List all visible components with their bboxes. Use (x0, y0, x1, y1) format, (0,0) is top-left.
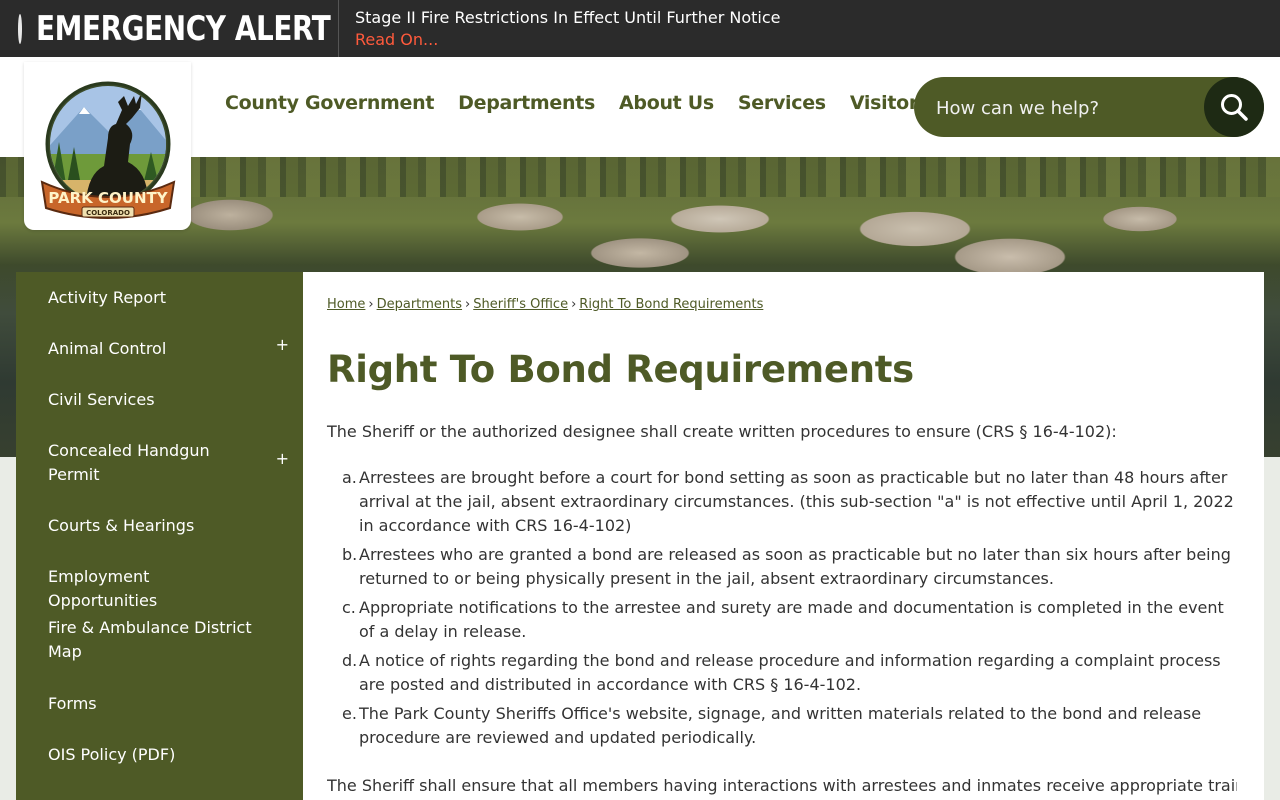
list-item-text: The Park County Sheriffs Office's websit… (359, 704, 1202, 747)
sidebar-item-label: OIS Policy (PDF) (48, 745, 176, 764)
park-county-logo[interactable]: PARK COUNTY COLORADO (24, 62, 191, 230)
sidebar-item-label: Civil Services (48, 390, 155, 409)
hero-treeline (0, 157, 1280, 197)
alert-heading: EMERGENCY ALERT (0, 0, 339, 57)
alert-light-icon (18, 13, 22, 44)
search-input[interactable] (934, 91, 1198, 125)
list-item: d. A notice of rights regarding the bond… (342, 649, 1237, 697)
breadcrumb-separator: › (465, 297, 471, 312)
list-marker: d. (342, 651, 358, 670)
intro-paragraph: The Sheriff or the authorized designee s… (327, 422, 1117, 441)
sidebar-item-label: Employment Opportunities (48, 567, 158, 610)
sidebar-item-label: Concealed Handgun Permit (48, 441, 210, 484)
breadcrumb-departments[interactable]: Departments (377, 297, 462, 312)
sidebar-item-label: Activity Report (48, 288, 166, 307)
nav-county-government[interactable]: County Government (225, 92, 434, 114)
list-item: c. Appropriate notifications to the arre… (342, 596, 1237, 644)
search-button[interactable] (1204, 77, 1264, 137)
list-marker: c. (342, 598, 356, 617)
list-marker: a. (342, 468, 357, 487)
sidebar-menu: Activity Report Animal Control + Civil S… (16, 272, 303, 800)
closing-paragraph: The Sheriff shall ensure that all member… (327, 776, 1237, 795)
main-content: Home › Departments › Sheriff's Office › Right … (303, 272, 1264, 800)
expand-icon[interactable]: + (276, 447, 289, 471)
emergency-alert-bar: EMERGENCY ALERT Stage II Fire Restrictio… (0, 0, 1280, 57)
requirements-list: a. Arrestees are brought before a court … (327, 466, 1237, 755)
breadcrumb-current-page[interactable]: Right To Bond Requirements (579, 297, 763, 312)
search-icon (1221, 94, 1248, 121)
sidebar-item-label: Fire & Ambulance District Map (48, 618, 252, 661)
list-item-text: Appropriate notifications to the arreste… (359, 598, 1224, 641)
logo-state-name: COLORADO (86, 209, 130, 217)
sidebar-item-label: Courts & Hearings (48, 516, 195, 535)
list-item-text: Arrestees who are granted a bond are rel… (359, 545, 1231, 588)
sidebar-item-courts-hearings[interactable]: Courts & Hearings (16, 514, 303, 538)
breadcrumb-home[interactable]: Home (327, 297, 365, 312)
alert-title: EMERGENCY ALERT (36, 8, 331, 49)
main-navigation: County Government Departments About Us S… (225, 92, 953, 114)
expand-icon[interactable]: + (276, 333, 289, 357)
breadcrumb-separator: › (368, 297, 374, 312)
nav-services[interactable]: Services (738, 92, 826, 114)
sidebar-item-activity-report[interactable]: Activity Report (16, 286, 303, 310)
sidebar-item-employment-opportunities[interactable]: Employment Opportunities (16, 565, 303, 613)
list-marker: b. (342, 545, 358, 564)
elk-logo-icon: PARK COUNTY COLORADO (40, 81, 176, 219)
list-marker: e. (342, 704, 357, 723)
list-item-text: A notice of rights regarding the bond an… (359, 651, 1221, 694)
alert-message: Stage II Fire Restrictions In Effect Unt… (355, 7, 781, 27)
sidebar-item-forms[interactable]: Forms (16, 692, 303, 716)
nav-departments[interactable]: Departments (458, 92, 595, 114)
page-title: Right To Bond Requirements (327, 348, 914, 391)
list-item: b. Arrestees who are granted a bond are … (342, 543, 1237, 591)
list-item-text: Arrestees are brought before a court for… (359, 468, 1234, 535)
alert-message-block: Stage II Fire Restrictions In Effect Unt… (339, 7, 781, 51)
sidebar-item-ois-policy[interactable]: OIS Policy (PDF) (16, 743, 303, 767)
sidebar-item-civil-services[interactable]: Civil Services (16, 388, 303, 412)
sidebar-item-animal-control[interactable]: Animal Control + (16, 335, 303, 361)
alert-read-on-link[interactable]: Read On... (355, 29, 781, 51)
sidebar-item-concealed-handgun-permit[interactable]: Concealed Handgun Permit + (16, 439, 303, 487)
breadcrumb-sheriffs-office[interactable]: Sheriff's Office (473, 297, 568, 312)
nav-about-us[interactable]: About Us (619, 92, 714, 114)
logo-county-name: PARK COUNTY (48, 189, 168, 207)
breadcrumb: Home › Departments › Sheriff's Office › Right … (327, 297, 763, 312)
sidebar-item-label: Forms (48, 694, 97, 713)
breadcrumb-separator: › (571, 297, 577, 312)
sidebar-item-fire-ambulance-map[interactable]: Fire & Ambulance District Map (16, 616, 303, 664)
site-search (914, 77, 1264, 137)
list-item: e. The Park County Sheriffs Office's web… (342, 702, 1237, 750)
sidebar-item-label: Animal Control (48, 339, 167, 358)
list-item: a. Arrestees are brought before a court … (342, 466, 1237, 538)
